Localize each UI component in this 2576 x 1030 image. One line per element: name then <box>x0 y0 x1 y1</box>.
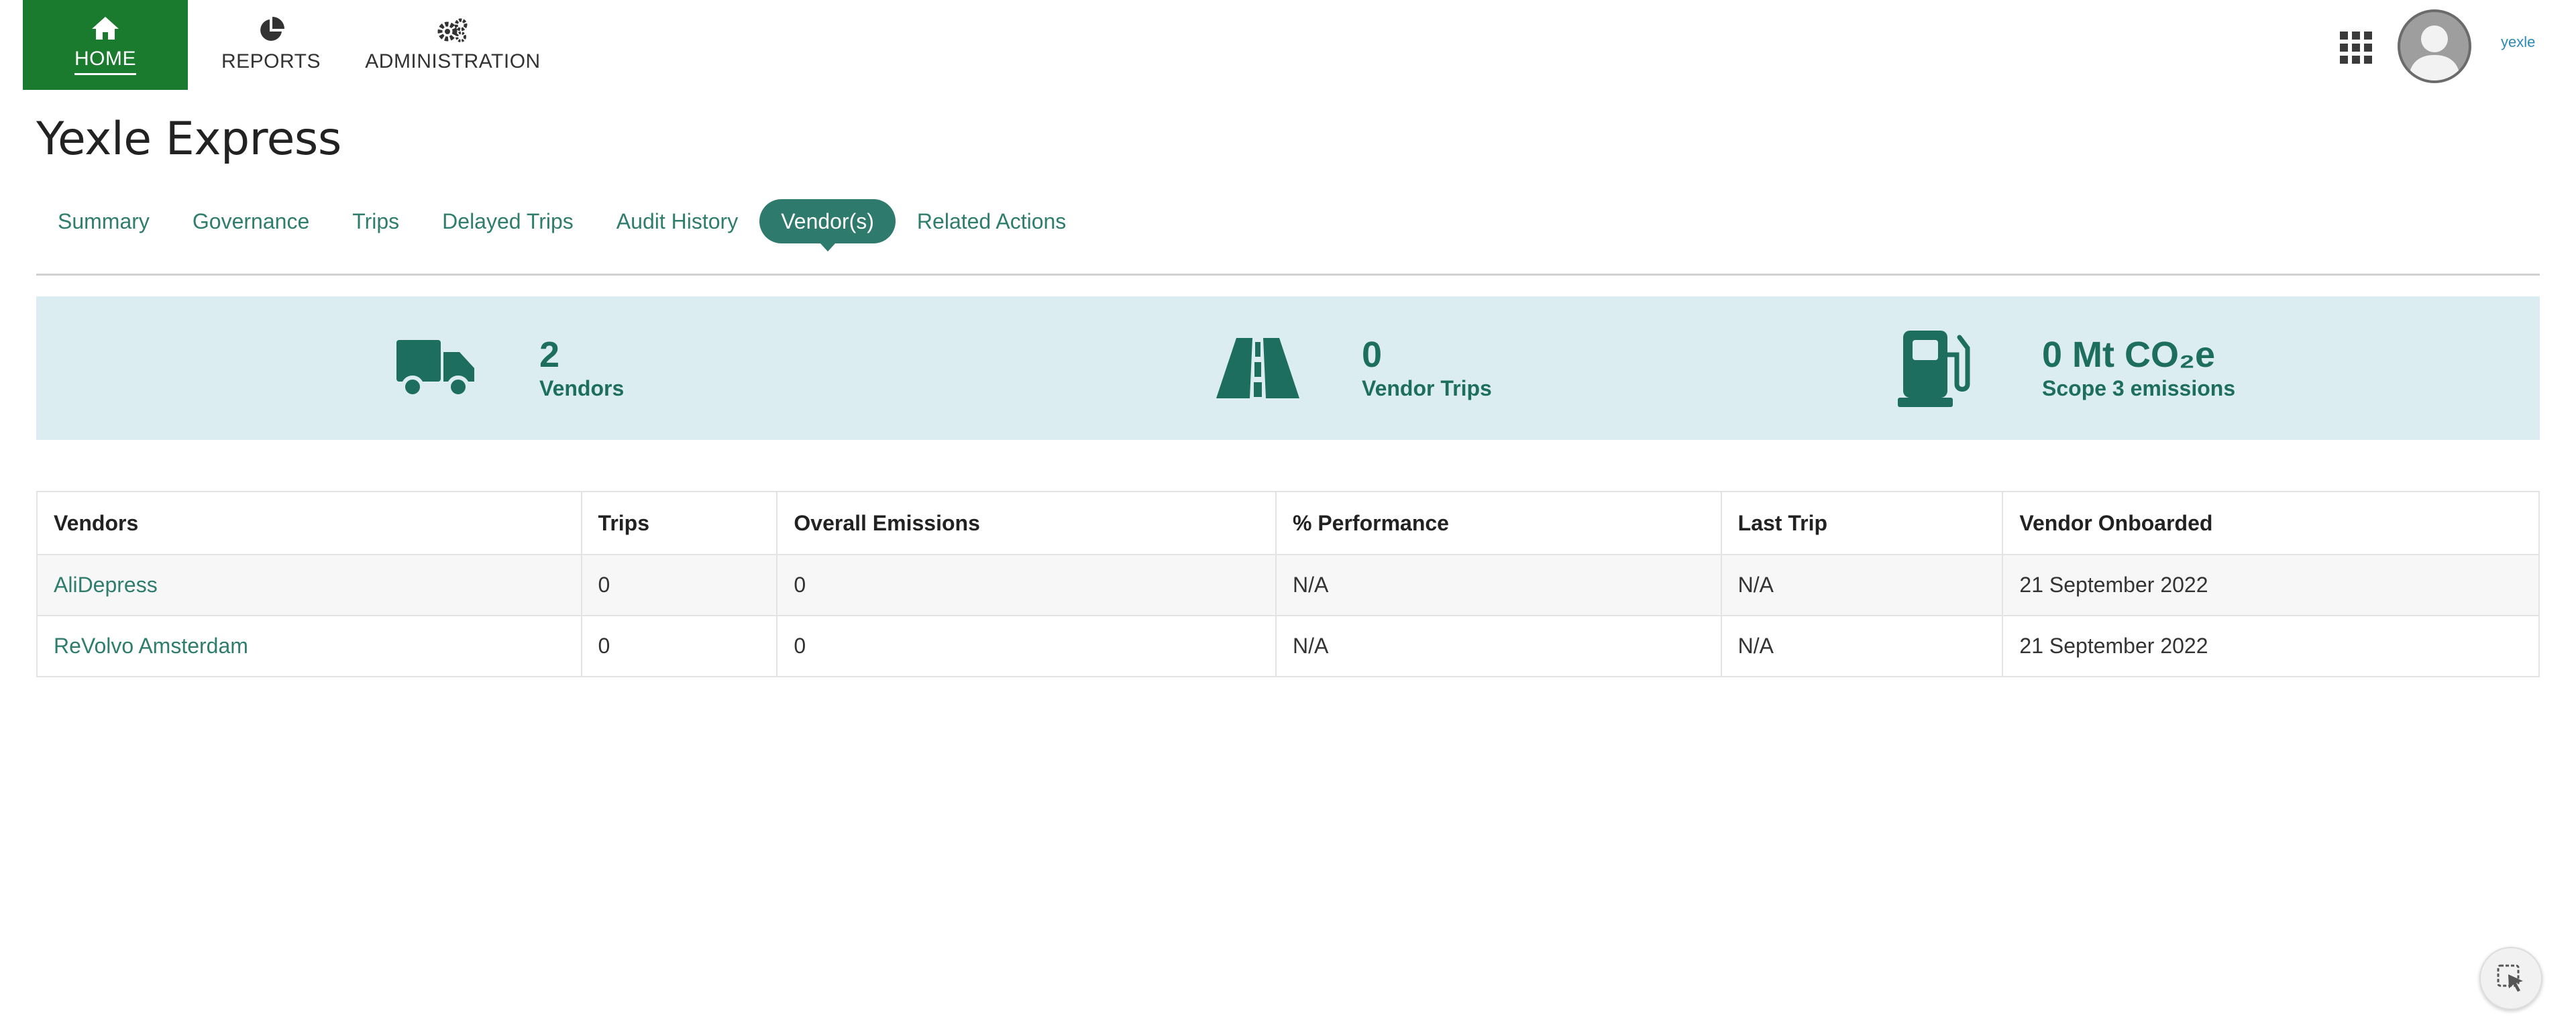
tab-vendors[interactable]: Vendor(s) <box>759 199 896 251</box>
table-row: ReVolvo Amsterdam 0 0 N/A N/A 21 Septemb… <box>36 615 2540 677</box>
user-avatar-icon[interactable] <box>2398 9 2471 83</box>
column-header-vendors[interactable]: Vendors <box>36 491 582 555</box>
vendor-link[interactable]: AliDepress <box>36 554 582 616</box>
cursor-select-icon[interactable] <box>2479 947 2542 1010</box>
brand-logo: yexle <box>2501 34 2536 50</box>
gears-icon <box>437 18 468 42</box>
tabs-divider <box>36 274 2540 276</box>
nav-administration[interactable]: ADMINISTRATION <box>362 0 543 90</box>
table-cell: 0 <box>580 554 778 616</box>
stat-vendors-label: Vendors <box>539 376 625 400</box>
tab-summary[interactable]: Summary <box>36 199 171 243</box>
column-header-overall-emissions[interactable]: Overall Emissions <box>776 491 1277 555</box>
table-cell: 21 September 2022 <box>2002 615 2540 677</box>
table-cell: N/A <box>1275 615 1722 677</box>
fuel-pump-icon <box>1894 325 1982 412</box>
table-header-row: Vendors Trips Overall Emissions % Perfor… <box>36 491 2540 555</box>
table-cell: 0 <box>776 615 1277 677</box>
nav-administration-label: ADMINISTRATION <box>365 50 541 72</box>
table-cell: 21 September 2022 <box>2002 554 2540 616</box>
stat-vendor-trips: 0 Vendor Trips <box>1214 296 1492 440</box>
pie-chart-icon <box>260 17 284 41</box>
table-cell: N/A <box>1720 554 2004 616</box>
nav-reports-label: REPORTS <box>221 50 321 72</box>
vendors-table: Vendors Trips Overall Emissions % Perfor… <box>36 491 2540 677</box>
vendors-table-container: Vendors Trips Overall Emissions % Perfor… <box>36 491 2540 677</box>
tab-trips[interactable]: Trips <box>331 199 421 243</box>
column-header-last-trip[interactable]: Last Trip <box>1720 491 2004 555</box>
column-header-performance[interactable]: % Performance <box>1275 491 1722 555</box>
vendor-link[interactable]: ReVolvo Amsterdam <box>36 615 582 677</box>
table-row: AliDepress 0 0 N/A N/A 21 September 2022 <box>36 554 2540 616</box>
grid-icon[interactable] <box>2340 32 2372 64</box>
stat-vendor-trips-label: Vendor Trips <box>1362 376 1492 400</box>
tab-bar: Summary Governance Trips Delayed Trips A… <box>36 194 1087 251</box>
nav-home-label: HOME <box>74 48 136 75</box>
tab-delayed-trips[interactable]: Delayed Trips <box>421 199 595 243</box>
stat-emissions: 0 Mt CO₂e Scope 3 emissions <box>1894 296 2235 440</box>
page-title: Yexle Express <box>36 113 341 166</box>
stat-vendor-trips-value: 0 <box>1362 335 1383 375</box>
truck-icon <box>392 325 479 412</box>
column-header-vendor-onboarded[interactable]: Vendor Onboarded <box>2002 491 2540 555</box>
table-cell: N/A <box>1275 554 1722 616</box>
tab-related-actions[interactable]: Related Actions <box>896 199 1087 243</box>
table-cell: N/A <box>1720 615 2004 677</box>
top-navigation: HOME REPORTS ADMINISTRATION yexle <box>0 0 2576 91</box>
tab-governance[interactable]: Governance <box>171 199 331 243</box>
nav-home[interactable]: HOME <box>23 0 188 90</box>
stat-emissions-value: 0 Mt CO₂e <box>2042 335 2216 375</box>
stat-vendors: 2 Vendors <box>392 296 624 440</box>
column-header-trips[interactable]: Trips <box>580 491 778 555</box>
nav-reports[interactable]: REPORTS <box>208 0 334 90</box>
home-icon <box>92 16 119 40</box>
road-icon <box>1214 325 1301 412</box>
stats-banner: 2 Vendors 0 Vendor Trips 0 Mt CO₂e Scope… <box>36 296 2540 440</box>
table-cell: 0 <box>580 615 778 677</box>
stat-vendors-value: 2 <box>539 335 560 375</box>
table-cell: 0 <box>776 554 1277 616</box>
stat-emissions-label: Scope 3 emissions <box>2042 376 2236 400</box>
tab-audit-history[interactable]: Audit History <box>595 199 759 243</box>
